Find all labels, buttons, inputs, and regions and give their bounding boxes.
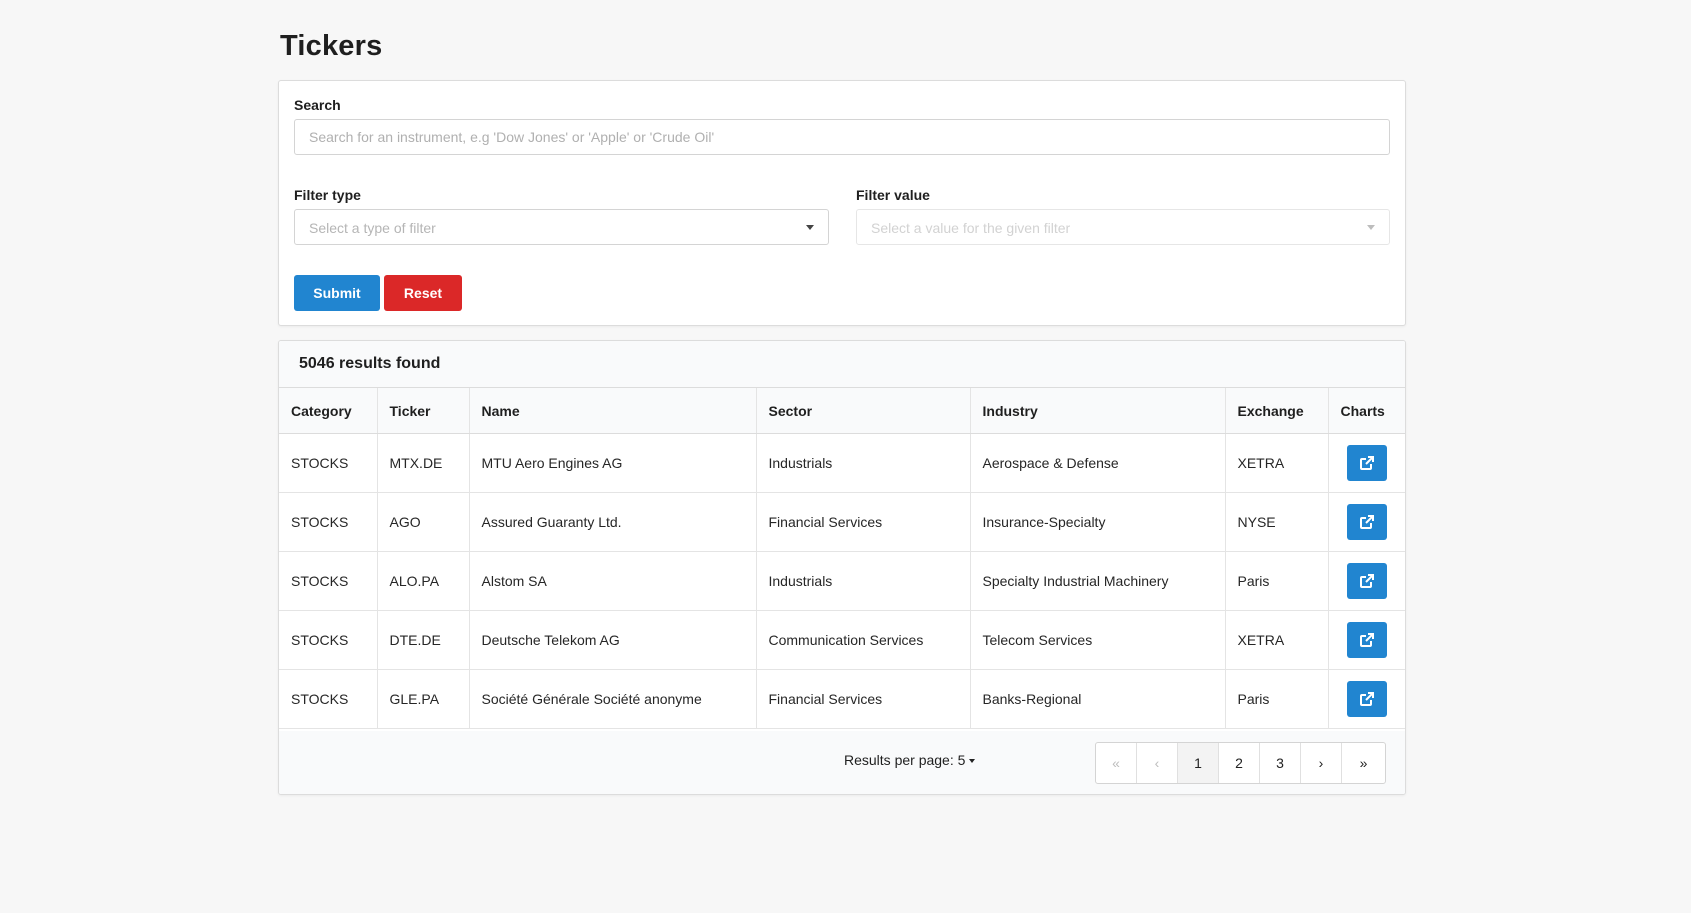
page-button-2[interactable]: 2 — [1219, 743, 1260, 783]
submit-button[interactable]: Submit — [294, 275, 380, 311]
cell-ticker: MTX.DE — [377, 433, 470, 493]
table-row: STOCKS DTE.DE Deutsche Telekom AG Commun… — [279, 610, 1405, 670]
cell-industry: Aerospace & Defense — [970, 433, 1226, 493]
cell-industry: Insurance-Specialty — [970, 492, 1226, 552]
open-chart-button[interactable] — [1346, 622, 1387, 658]
column-header-name[interactable]: Name — [469, 388, 757, 434]
table-row: STOCKS MTX.DE MTU Aero Engines AG Indust… — [279, 433, 1405, 493]
external-link-icon — [1359, 574, 1374, 588]
cell-industry: Banks-Regional — [970, 669, 1226, 729]
cell-name: Deutsche Telekom AG — [469, 610, 757, 670]
reset-button[interactable]: Reset — [384, 275, 462, 311]
page-button-3[interactable]: 3 — [1260, 743, 1301, 783]
column-header-exchange[interactable]: Exchange — [1225, 388, 1329, 434]
column-header-sector[interactable]: Sector — [756, 388, 971, 434]
filter-type-label: Filter type — [294, 187, 361, 203]
cell-category: STOCKS — [279, 492, 378, 552]
cell-sector: Industrials — [756, 433, 971, 493]
cell-exchange: XETRA — [1225, 433, 1329, 493]
open-chart-button[interactable] — [1346, 445, 1387, 481]
external-link-icon — [1359, 692, 1374, 706]
cell-exchange: XETRA — [1225, 610, 1329, 670]
results-table: Category Ticker Name Sector Industry Exc… — [279, 388, 1405, 729]
cell-industry: Telecom Services — [970, 610, 1226, 670]
cell-ticker: AGO — [377, 492, 470, 552]
cell-exchange: Paris — [1225, 551, 1329, 611]
column-header-ticker[interactable]: Ticker — [377, 388, 470, 434]
external-link-icon — [1359, 456, 1374, 470]
external-link-icon — [1359, 515, 1374, 529]
cell-exchange: NYSE — [1225, 492, 1329, 552]
cell-ticker: DTE.DE — [377, 610, 470, 670]
search-panel: Search Filter type Select a type of filt… — [278, 80, 1406, 326]
cell-charts — [1328, 492, 1405, 552]
results-count: 5046 results found — [279, 341, 1405, 388]
cell-category: STOCKS — [279, 433, 378, 493]
table-header-row: Category Ticker Name Sector Industry Exc… — [279, 388, 1405, 434]
open-chart-button[interactable] — [1346, 563, 1387, 599]
cell-ticker: GLE.PA — [377, 669, 470, 729]
prev-page-button[interactable]: ‹ — [1137, 743, 1178, 783]
cell-name: Assured Guaranty Ltd. — [469, 492, 757, 552]
page-button-1[interactable]: 1 — [1178, 743, 1219, 783]
cell-category: STOCKS — [279, 551, 378, 611]
cell-name: Alstom SA — [469, 551, 757, 611]
cell-sector: Industrials — [756, 551, 971, 611]
pagination: « ‹ 1 2 3 › » — [1095, 742, 1386, 784]
open-chart-button[interactable] — [1346, 504, 1387, 540]
last-page-button[interactable]: » — [1342, 743, 1385, 783]
search-label: Search — [294, 97, 341, 113]
cell-sector: Financial Services — [756, 492, 971, 552]
cell-name: Société Générale Société anonyme — [469, 669, 757, 729]
page-title: Tickers — [280, 30, 383, 62]
cell-industry: Specialty Industrial Machinery — [970, 551, 1226, 611]
column-header-category[interactable]: Category — [279, 388, 378, 434]
cell-category: STOCKS — [279, 669, 378, 729]
caret-down-icon — [969, 759, 976, 764]
column-header-charts: Charts — [1328, 388, 1405, 434]
cell-sector: Financial Services — [756, 669, 971, 729]
filter-type-select[interactable]: Select a type of filter — [294, 209, 829, 245]
results-panel: 5046 results found Category Ticker Name … — [278, 340, 1406, 795]
results-footer: Results per page: 5 « ‹ 1 2 3 › » — [279, 731, 1405, 794]
open-chart-button[interactable] — [1346, 681, 1387, 717]
cell-sector: Communication Services — [756, 610, 971, 670]
cell-category: STOCKS — [279, 610, 378, 670]
cell-charts — [1328, 669, 1405, 729]
caret-down-icon — [1367, 225, 1375, 230]
table-row: STOCKS ALO.PA Alstom SA Industrials Spec… — [279, 551, 1405, 611]
filter-value-placeholder: Select a value for the given filter — [871, 220, 1071, 236]
cell-name: MTU Aero Engines AG — [469, 433, 757, 493]
table-row: STOCKS AGO Assured Guaranty Ltd. Financi… — [279, 492, 1405, 552]
cell-charts — [1328, 610, 1405, 670]
filter-type-placeholder: Select a type of filter — [309, 220, 436, 236]
results-per-page-label: Results per page: 5 — [844, 752, 966, 768]
filter-value-select: Select a value for the given filter — [856, 209, 1390, 245]
cell-exchange: Paris — [1225, 669, 1329, 729]
cell-charts — [1328, 433, 1405, 493]
table-row: STOCKS GLE.PA Société Générale Société a… — [279, 669, 1405, 729]
first-page-button[interactable]: « — [1096, 743, 1137, 783]
next-page-button[interactable]: › — [1301, 743, 1342, 783]
filter-value-label: Filter value — [856, 187, 930, 203]
column-header-industry[interactable]: Industry — [970, 388, 1226, 434]
cell-ticker: ALO.PA — [377, 551, 470, 611]
caret-down-icon — [806, 225, 814, 230]
search-input[interactable] — [294, 119, 1390, 155]
results-per-page-dropdown[interactable]: Results per page: 5 — [844, 752, 976, 768]
cell-charts — [1328, 551, 1405, 611]
external-link-icon — [1359, 633, 1374, 647]
